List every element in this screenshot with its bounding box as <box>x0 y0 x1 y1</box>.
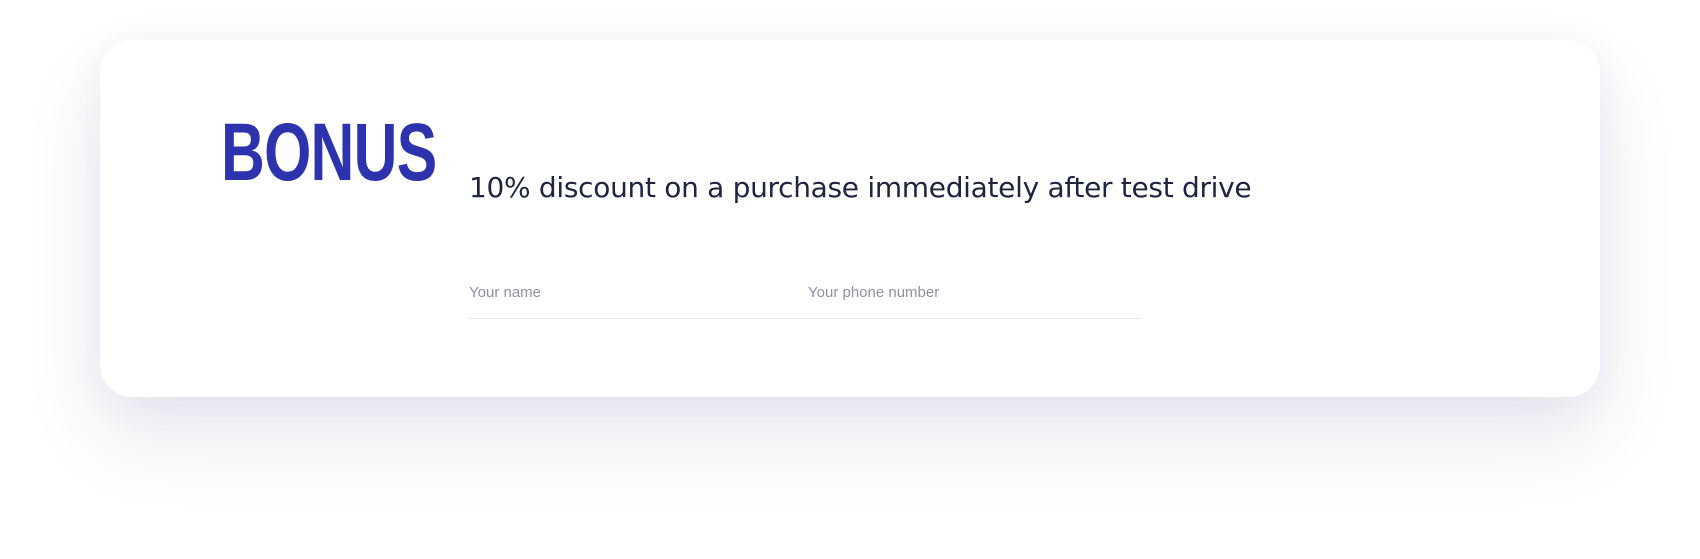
bonus-title: BONUS <box>221 107 437 198</box>
contact-form <box>469 268 1141 319</box>
name-input[interactable] <box>469 268 799 316</box>
offer-text: 10% discount on a purchase immediately a… <box>469 171 1252 204</box>
phone-input[interactable] <box>808 268 1138 316</box>
page: BONUS 10% discount on a purchase immedia… <box>0 0 1700 559</box>
bonus-card: BONUS 10% discount on a purchase immedia… <box>100 40 1600 397</box>
